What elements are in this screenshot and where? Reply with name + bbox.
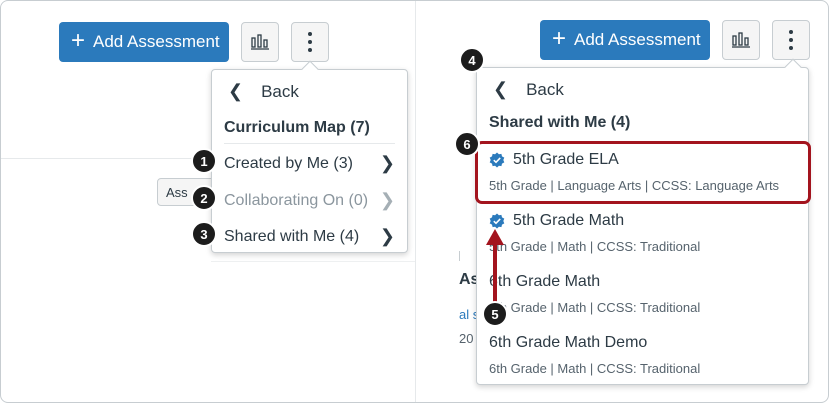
menu-caret [784,58,802,76]
entry-meta: 6th Grade | Math | CCSS: Traditional [489,300,701,315]
kebab-icon [308,32,312,52]
bar-chart-icon [251,34,269,50]
chevron-right-icon: ❯ [379,190,395,210]
entry-title: 6th Grade Math [489,273,601,290]
menu-item-created-by-me[interactable]: Created by Me (3) ❯ [224,153,395,174]
report-button-right[interactable] [722,20,760,60]
arrow-up-icon [486,229,504,307]
entry-title: 5th Grade Math [513,212,625,229]
menu-title: Curriculum Map (7) [224,119,370,136]
step-badge-5: 5 [482,301,508,327]
add-assessment-button[interactable]: + Add Assessment [59,22,229,62]
highlight-box [475,141,811,204]
kebab-icon [789,30,793,50]
entry-meta: 5th Grade | Math | CCSS: Traditional [489,239,701,254]
shared-with-me-menu: ❮ Back Shared with Me (4) 5th Grade ELA … [476,58,809,385]
panel-divider [415,1,416,402]
screenshot-frame: + Add Assessment Ass ❮ Back Curriculum M… [0,0,829,403]
entry-6th-grade-math-demo[interactable]: 6th Grade Math Demo 6th Grade | Math | C… [489,334,700,376]
chevron-left-icon: ❮ [493,79,509,99]
more-options-button-right[interactable] [772,20,810,60]
menu-title: Shared with Me (4) [489,114,631,131]
step-badge-2: 2 [191,185,217,211]
plus-icon: + [552,25,567,52]
step-badge-3: 3 [191,221,217,247]
add-assessment-label: Add Assessment [93,32,220,51]
step-badge-6: 6 [454,131,480,157]
menu-caret [301,60,319,78]
menu-item-collaborating-on[interactable]: Collaborating On (0) ❯ [224,190,395,211]
plus-icon: + [71,27,86,54]
verified-badge-icon [489,213,505,229]
menu-item-label: Created by Me (3) [224,154,353,172]
entry-6th-grade-math[interactable]: 6th Grade Math 6th Grade | Math | CCSS: … [489,273,700,315]
entry-title: 6th Grade Math Demo [489,334,648,351]
step-badge-1: 1 [191,148,217,174]
chevron-left-icon: ❮ [228,81,244,101]
add-assessment-label: Add Assessment [574,30,701,49]
menu-item-label: Collaborating On (0) [224,191,369,209]
chevron-right-icon: ❯ [379,226,395,246]
entry-meta: 6th Grade | Math | CCSS: Traditional [489,361,701,376]
background-divider-2 [211,261,415,262]
partial-button-label: Ass [166,185,188,200]
report-button[interactable] [241,22,279,62]
back-label: Back [526,79,564,99]
background-partial-date: 20 [459,331,474,346]
background-tick [459,251,460,261]
more-options-button[interactable] [291,22,329,62]
chevron-right-icon: ❯ [379,153,395,173]
menu-item-label: Shared with Me (4) [224,227,360,245]
menu-separator [224,143,395,144]
background-divider [1,158,211,159]
curriculum-map-menu: ❮ Back Curriculum Map (7) Created by Me … [211,60,408,253]
menu-item-shared-with-me[interactable]: Shared with Me (4) ❯ [224,226,395,247]
back-button[interactable]: ❮ Back [228,81,299,102]
add-assessment-button-right[interactable]: + Add Assessment [540,20,710,60]
entry-5th-grade-math[interactable]: 5th Grade Math 5th Grade | Math | CCSS: … [489,212,700,254]
back-label: Back [261,81,299,101]
back-button[interactable]: ❮ Back [493,79,564,100]
bar-chart-icon [732,32,750,48]
step-badge-4: 4 [459,47,485,73]
